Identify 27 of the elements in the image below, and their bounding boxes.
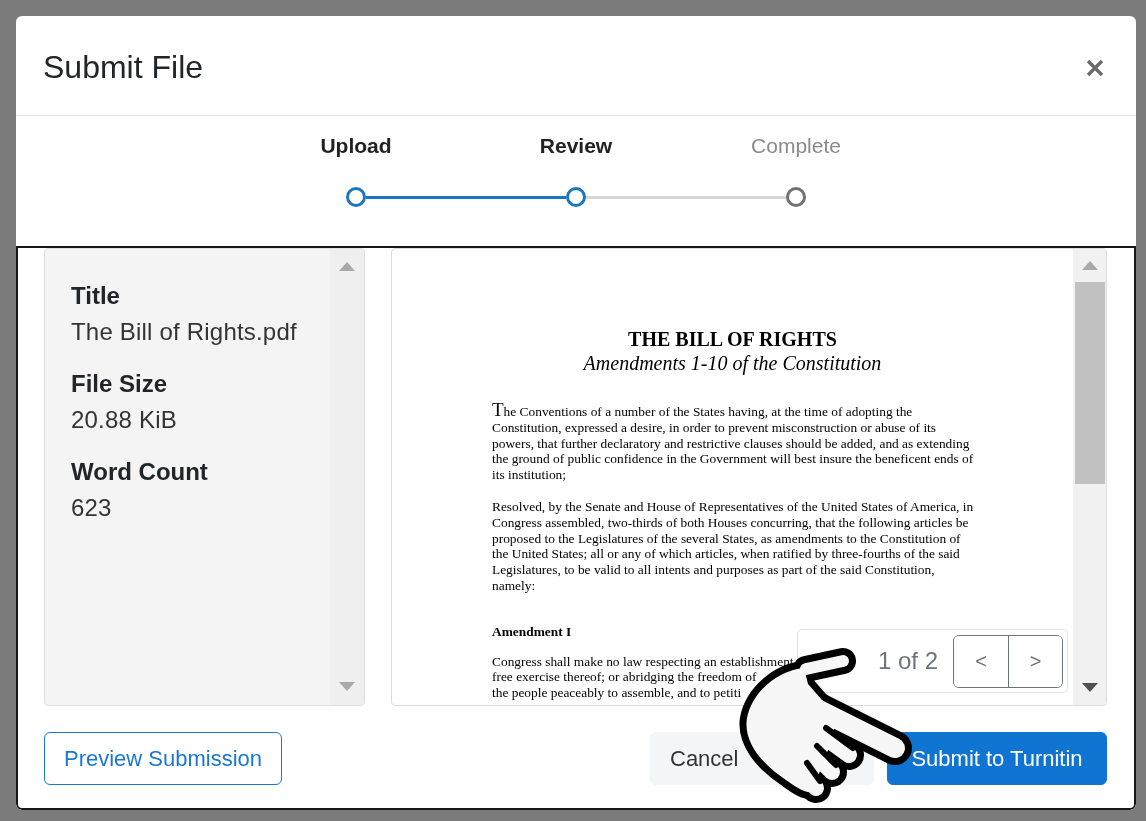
document-text-line: the people peaceably to assemble, and to petiti [492, 684, 742, 701]
section-heading: Amendment I [492, 623, 572, 640]
submit-button[interactable]: Submit to Turnitin [887, 732, 1107, 785]
document-text-line: Congress shall make no law respecting an establishment [492, 653, 794, 670]
step-label: Upload [320, 133, 392, 159]
field-value: The Bill of Rights.pdf [71, 317, 297, 347]
field-value: 20.88 KiB [71, 405, 177, 435]
step-label: Review [539, 133, 613, 159]
close-icon[interactable] [1086, 58, 1104, 77]
document-subtitle: Amendments 1-10 of the Constitution [583, 351, 882, 375]
field-label: File Size [71, 369, 168, 399]
field-label: Word Count [71, 457, 208, 487]
preview-button[interactable]: Preview Submission [44, 732, 283, 785]
page-indicator: 1 of 2 [877, 647, 938, 675]
document-paragraph: Resolved, by the Senate and House of Representatives of the United States of America, in Congress assembled, two-thirds of both Houses concurring, that the following articles be proposed to the Legislatures of the several States, as amendments to the Constitution of the United States; all or any of which articles, when ratified by three-fourths of the said Legislatures, to be valid to all intents and purposes as part of the said Constitution, namely: [492, 499, 975, 594]
field-label: Title [71, 281, 120, 311]
next-page-button[interactable]: > [1008, 635, 1062, 687]
dialog-title: Submit File [43, 49, 204, 86]
scroll-up-arrow-icon[interactable] [339, 262, 355, 271]
scroll-down-arrow-icon[interactable] [1081, 682, 1098, 692]
step-label: Complete [751, 133, 841, 159]
document-title: THE BILL OF RIGHTS [628, 327, 837, 351]
document-paragraph: The Conventions of a number of the States having, at the time of adopting the Constitution, expressed a desire, in order to prevent misconstruction or abuse of its powers, that further declaratory and restrictive clauses should be added, and as extending the ground of public confidence in the Government will best insure the beneficent ends of its institution; [492, 402, 975, 483]
scroll-up-arrow-icon[interactable] [1081, 261, 1098, 270]
document-text-line: free exercise thereof; or abridging the freedom of [492, 669, 757, 685]
scrollbar-thumb[interactable] [1074, 282, 1105, 484]
field-value: 623 [71, 493, 112, 523]
